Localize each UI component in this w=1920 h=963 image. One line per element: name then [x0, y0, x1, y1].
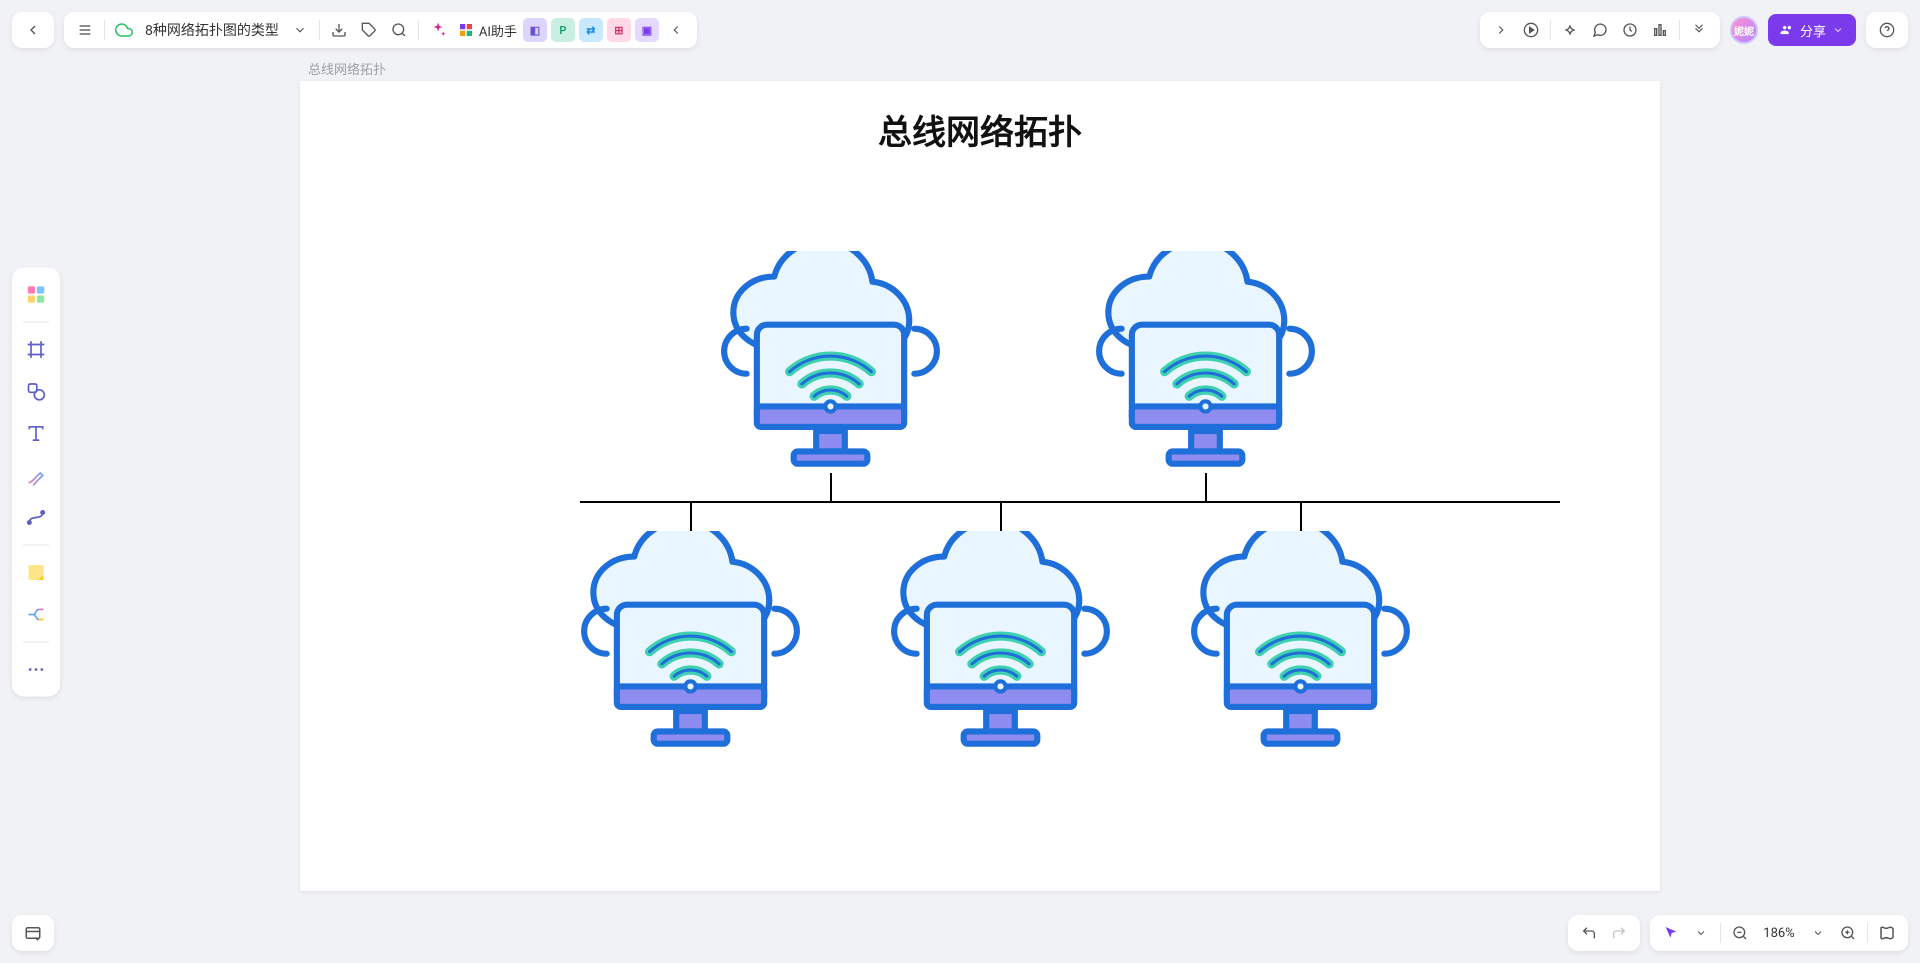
page-label[interactable]: 总线网络拓扑 [308, 59, 386, 78]
data-button[interactable] [1645, 15, 1675, 45]
pointer-dropdown[interactable] [1686, 918, 1716, 948]
drop-line [1300, 503, 1302, 531]
expand-right-icon[interactable] [1486, 15, 1516, 45]
bus-topology-diagram [300, 201, 1660, 871]
share-button[interactable]: 分享 [1768, 14, 1856, 46]
topology-node[interactable] [578, 531, 803, 756]
tool-sticky-note[interactable] [19, 555, 53, 589]
share-label: 分享 [1800, 21, 1826, 40]
topology-node[interactable] [888, 531, 1113, 756]
effects-button[interactable] [1555, 15, 1585, 45]
back-button[interactable] [18, 15, 48, 45]
ai-assistant-label: AI助手 [479, 21, 517, 40]
mini-tool-4[interactable]: ⊞ [607, 18, 631, 42]
drop-line [830, 473, 832, 501]
doc-title-dropdown[interactable] [285, 15, 315, 45]
drop-line [1000, 503, 1002, 531]
mini-tool-5[interactable]: ▣ [635, 18, 659, 42]
mini-tool-3[interactable]: ⇄ [579, 18, 603, 42]
pages-panel-button[interactable] [18, 918, 48, 948]
tag-button[interactable] [354, 15, 384, 45]
document-title[interactable]: 8种网络拓扑图的类型 [139, 20, 285, 40]
tool-shapes[interactable] [19, 374, 53, 408]
ai-assistant-button[interactable]: AI助手 [453, 21, 521, 40]
comment-button[interactable] [1585, 15, 1615, 45]
bus-backbone-line [580, 501, 1560, 503]
zoom-level[interactable]: 186% [1755, 926, 1803, 941]
more-dropdown[interactable] [1684, 15, 1714, 45]
tool-mindmap[interactable] [19, 597, 53, 631]
history-button[interactable] [1615, 15, 1645, 45]
tool-connector[interactable] [19, 500, 53, 534]
menu-button[interactable] [70, 15, 100, 45]
zoom-out-button[interactable] [1725, 918, 1755, 948]
tool-rail [12, 267, 60, 696]
diagram-title: 总线网络拓扑 [300, 105, 1660, 154]
download-button[interactable] [324, 15, 354, 45]
mini-tool-2[interactable]: P [551, 18, 575, 42]
drop-line [1205, 473, 1207, 501]
tool-text[interactable] [19, 416, 53, 450]
mini-collapse[interactable] [661, 15, 691, 45]
tool-frame[interactable] [19, 332, 53, 366]
topology-node[interactable] [1093, 251, 1318, 476]
ai-sparkle-icon[interactable] [423, 15, 453, 45]
canvas-page[interactable]: 总线网络拓扑 [300, 81, 1660, 891]
tool-templates[interactable] [19, 277, 53, 311]
topology-node[interactable] [1188, 531, 1413, 756]
redo-button[interactable] [1604, 918, 1634, 948]
tool-more[interactable] [19, 652, 53, 686]
play-button[interactable] [1516, 15, 1546, 45]
pointer-tool[interactable] [1656, 918, 1686, 948]
help-button[interactable] [1872, 15, 1902, 45]
drop-line [690, 503, 692, 531]
zoom-in-button[interactable] [1833, 918, 1863, 948]
search-button[interactable] [384, 15, 414, 45]
topology-node[interactable] [718, 251, 943, 476]
cloud-sync-icon[interactable] [109, 15, 139, 45]
mini-tool-1[interactable]: ◧ [523, 18, 547, 42]
zoom-dropdown[interactable] [1803, 918, 1833, 948]
avatar[interactable]: 妮妮 [1730, 16, 1758, 44]
tool-pen[interactable] [19, 458, 53, 492]
undo-button[interactable] [1574, 918, 1604, 948]
minimap-button[interactable] [1872, 918, 1902, 948]
